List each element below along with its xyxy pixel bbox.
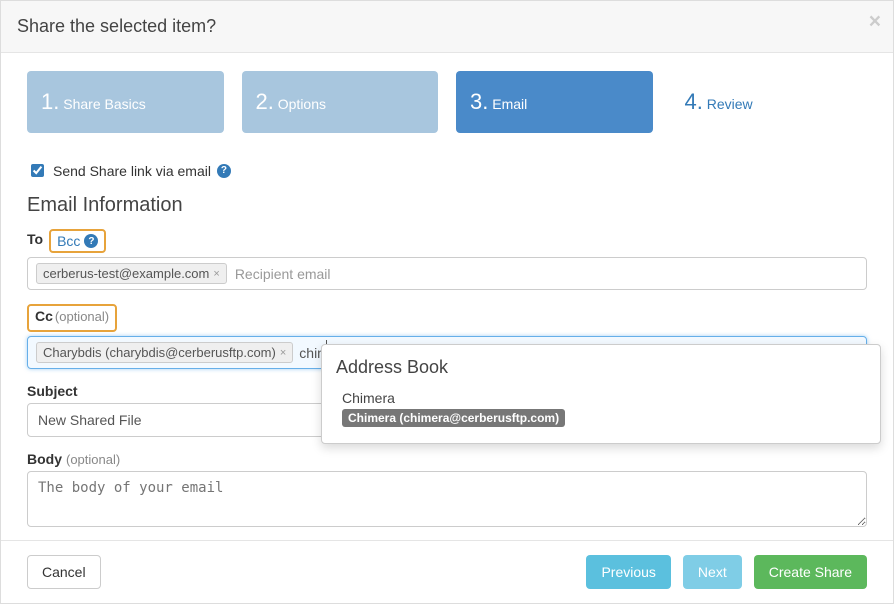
cancel-button[interactable]: Cancel (27, 555, 101, 589)
send-email-checkbox-row: Send Share link via email ? (27, 161, 867, 180)
send-email-label: Send Share link via email (53, 163, 211, 179)
body-label: Body (27, 451, 62, 467)
to-input[interactable]: cerberus-test@example.com × (27, 257, 867, 290)
bcc-label: Bcc (57, 233, 80, 249)
modal-body: 1. Share Basics 2. Options 3. Email 4. R… (1, 53, 893, 530)
address-book-dropdown: Address Book Chimera Chimera (chimera@ce… (321, 344, 881, 444)
cc-label-badge: Cc (optional) (27, 304, 117, 332)
address-book-title: Address Book (336, 357, 866, 378)
email-information-heading: Email Information (27, 194, 867, 217)
to-field-group: To Bcc ? cerberus-test@example.com × (27, 229, 867, 290)
step-label: Options (278, 96, 326, 112)
to-label: To (27, 231, 43, 247)
next-button[interactable]: Next (683, 555, 742, 589)
step-share-basics[interactable]: 1. Share Basics (27, 71, 224, 133)
create-share-button[interactable]: Create Share (754, 555, 867, 589)
body-textarea[interactable] (27, 471, 867, 527)
step-label: Share Basics (63, 96, 145, 112)
address-book-entry-name: Chimera (342, 390, 860, 406)
cc-label: Cc (35, 308, 53, 324)
remove-token-icon[interactable]: × (213, 268, 219, 280)
bcc-toggle[interactable]: Bcc ? (49, 229, 106, 253)
modal-title: Share the selected item? (17, 16, 877, 37)
step-number: 1. (41, 89, 59, 114)
recipient-token[interactable]: cerberus-test@example.com × (36, 263, 227, 284)
help-icon[interactable]: ? (84, 234, 98, 248)
body-field-group: Body (optional) (27, 451, 867, 530)
modal-footer: Cancel Previous Next Create Share (1, 540, 893, 603)
step-label: Review (707, 96, 753, 112)
share-modal: Share the selected item? × 1. Share Basi… (0, 0, 894, 604)
to-text-input[interactable] (233, 265, 858, 283)
subject-label: Subject (27, 383, 78, 399)
wizard-steps: 1. Share Basics 2. Options 3. Email 4. R… (27, 71, 867, 133)
step-email[interactable]: 3. Email (456, 71, 653, 133)
recipient-token-text: Charybdis (charybdis@cerberusftp.com) (43, 345, 276, 360)
cc-field-group: Cc (optional) Charybdis (charybdis@cerbe… (27, 304, 867, 369)
body-optional: (optional) (66, 452, 120, 467)
help-icon[interactable]: ? (217, 164, 231, 178)
send-email-checkbox[interactable] (31, 164, 44, 177)
close-icon[interactable]: × (869, 11, 881, 32)
step-options[interactable]: 2. Options (242, 71, 439, 133)
previous-button[interactable]: Previous (586, 555, 670, 589)
step-review[interactable]: 4. Review (671, 71, 868, 133)
address-book-entry-detail: Chimera (chimera@cerberusftp.com) (342, 409, 565, 427)
recipient-token-text: cerberus-test@example.com (43, 266, 209, 281)
cc-optional: (optional) (55, 309, 109, 324)
step-number: 3. (470, 89, 488, 114)
step-number: 4. (685, 89, 703, 114)
modal-header: Share the selected item? × (1, 1, 893, 53)
address-book-entry[interactable]: Chimera Chimera (chimera@cerberusftp.com… (336, 386, 866, 431)
step-label: Email (492, 96, 527, 112)
recipient-token[interactable]: Charybdis (charybdis@cerberusftp.com) × (36, 342, 293, 363)
step-number: 2. (256, 89, 274, 114)
remove-token-icon[interactable]: × (280, 347, 286, 359)
